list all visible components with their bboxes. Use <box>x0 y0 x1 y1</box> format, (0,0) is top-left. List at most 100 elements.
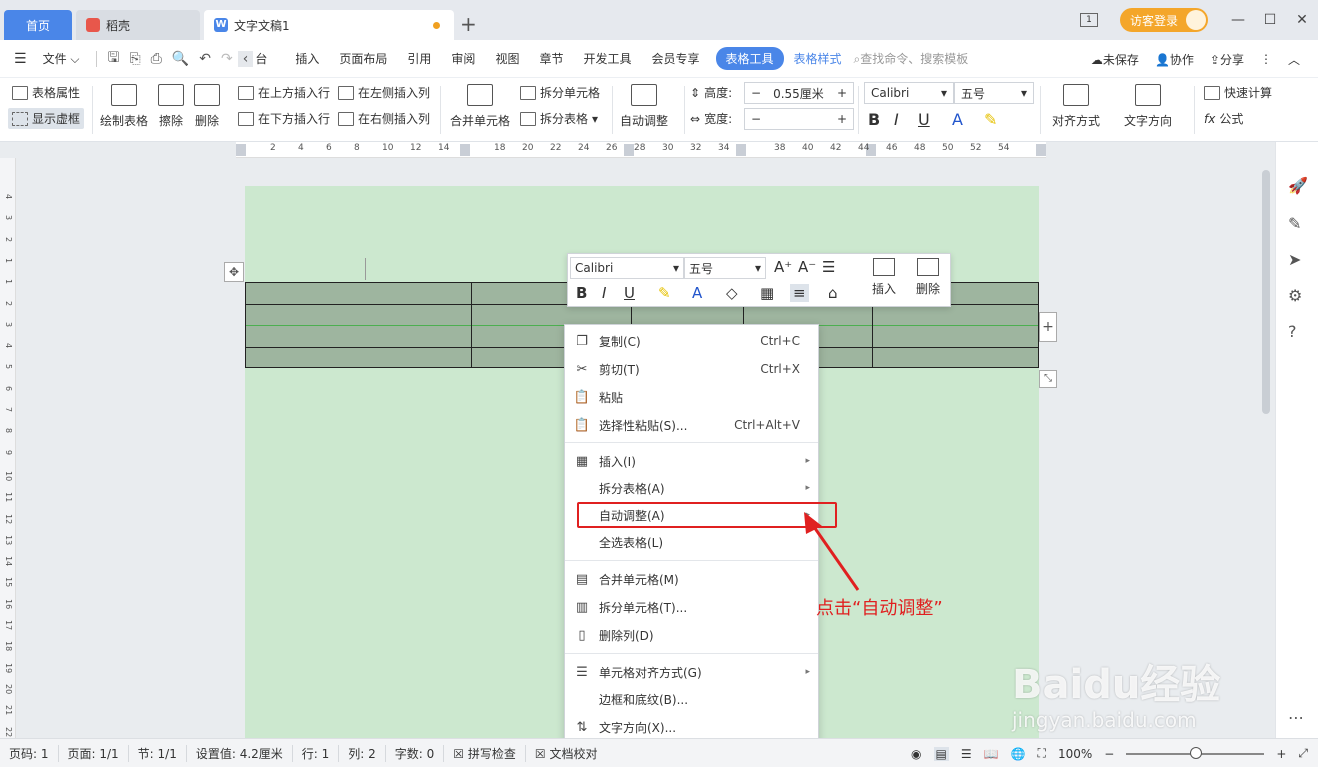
menu-insert[interactable]: 插入 <box>285 50 329 67</box>
status-setting[interactable]: 设置值: 4.2厘米 <box>187 744 293 762</box>
web-view-icon[interactable]: 🌐 <box>1011 747 1026 761</box>
mini-italic-icon[interactable]: I <box>602 284 606 302</box>
collaborate-button[interactable]: 👤协作 <box>1155 51 1194 68</box>
reading-view-icon[interactable]: 📖 <box>984 747 999 761</box>
add-column-icon[interactable]: + <box>1039 312 1057 342</box>
window-count-icon[interactable]: 1 <box>1079 13 1098 27</box>
underline-icon[interactable]: U <box>918 110 930 129</box>
eye-protection-icon[interactable]: ◉ <box>911 747 921 761</box>
table-resize-icon[interactable]: ⤡ <box>1039 370 1057 388</box>
vertical-scrollbar[interactable] <box>1260 160 1272 720</box>
sliders-icon[interactable]: ⚙ <box>1288 286 1302 305</box>
fit-page-icon[interactable]: ⛶ <box>1038 746 1046 761</box>
proofread-button[interactable]: ☒ 文档校对 <box>526 745 607 762</box>
alignment-button[interactable]: 对齐方式 <box>1052 84 1100 129</box>
ruler-column-marker[interactable] <box>736 144 746 156</box>
mini-borders-icon[interactable]: ▦ <box>760 284 774 302</box>
mini-underline-icon[interactable]: U <box>624 284 635 302</box>
menu-file[interactable]: 文件 ⌵ <box>33 50 90 67</box>
mini-size-select[interactable]: 五号 ▾ <box>684 257 766 279</box>
italic-icon[interactable]: I <box>894 110 899 129</box>
table-properties-button[interactable]: 表格属性 <box>12 84 80 101</box>
height-field[interactable]: −0.55厘米 + <box>744 82 854 104</box>
menu-review[interactable]: 审阅 <box>441 50 485 67</box>
share-button[interactable]: ⇪分享 <box>1210 51 1244 68</box>
vertical-ruler[interactable]: 4 3 2 1 1 2 3 4 5 6 7 8 9 10 11 12 13 14 15 16 17 18 19 20 21 22 <box>0 158 16 738</box>
status-pages[interactable]: 页面: 1/1 <box>59 744 129 762</box>
mini-shading-icon[interactable]: ◇ <box>726 284 738 302</box>
export-icon[interactable]: ⎘ <box>124 51 145 67</box>
split-cells-button[interactable]: 拆分单元格 <box>520 84 600 101</box>
context-menu-item[interactable]: 拆分表格(A) ▸ <box>565 474 818 502</box>
tab-table-style[interactable]: 表格样式 <box>790 50 846 67</box>
context-menu-item[interactable]: ▤ 合并单元格(M) <box>565 565 818 593</box>
spell-check-button[interactable]: ☒ 拼写检查 <box>444 744 526 762</box>
redo-icon[interactable]: ↷ <box>216 51 238 67</box>
insert-row-above-button[interactable]: 在上方插入行 <box>238 84 330 101</box>
font-color-icon[interactable]: A <box>952 110 963 129</box>
merge-cells-button[interactable]: 合并单元格 <box>450 84 510 129</box>
tab-home[interactable]: 首页 <box>4 10 72 40</box>
zoom-in-icon[interactable]: + <box>1276 747 1286 761</box>
context-menu-item[interactable]: 📋 选择性粘贴(S)... Ctrl+Alt+V <box>565 411 818 439</box>
bold-icon[interactable]: B <box>868 110 880 129</box>
mini-bold-icon[interactable]: B <box>576 284 587 302</box>
more-dots-icon[interactable]: ⋯ <box>1288 708 1304 727</box>
font-size-select[interactable]: 五号 ▾ <box>954 82 1034 104</box>
print-icon[interactable]: ⎙ <box>146 51 167 67</box>
decrement-icon[interactable]: − <box>745 86 767 100</box>
quick-calc-button[interactable]: 快速计算 <box>1204 84 1272 101</box>
context-menu-item[interactable]: 全选表格(L) <box>565 528 818 556</box>
more-icon[interactable]: ⋮ <box>1260 52 1272 66</box>
collapse-ribbon-icon[interactable]: ︿ <box>1288 51 1300 68</box>
context-menu-item[interactable]: ✂ 剪切(T) Ctrl+X <box>565 355 818 383</box>
status-column[interactable]: 列: 2 <box>339 744 386 762</box>
tab-table-tools[interactable]: 表格工具 <box>715 47 784 70</box>
chevron-left-icon[interactable]: ‹ <box>237 50 254 67</box>
width-field[interactable]: − + <box>744 108 854 130</box>
search-command[interactable]: ⌕查找命令、搜索模板 <box>854 50 969 67</box>
tab-daoke[interactable]: 稻壳 <box>76 10 200 40</box>
increment-icon[interactable]: + <box>831 86 853 100</box>
draw-table-button[interactable]: 绘制表格 <box>100 84 148 129</box>
outline-view-icon[interactable]: ☰ <box>961 747 972 761</box>
ruler-column-marker[interactable] <box>1036 144 1046 156</box>
scrollbar-thumb[interactable] <box>1262 170 1270 414</box>
shrink-font-icon[interactable]: A⁻ <box>798 258 816 276</box>
status-word-count[interactable]: 字数: 0 <box>386 744 445 762</box>
print-preview-icon[interactable]: 🔍 <box>167 51 194 67</box>
mini-font-select[interactable]: Calibri ▾ <box>570 257 684 279</box>
context-menu-item[interactable]: ❐ 复制(C) Ctrl+C <box>565 327 818 355</box>
context-menu-item[interactable]: ▯ 删除列(D) <box>565 621 818 649</box>
rocket-icon[interactable]: 🚀 <box>1288 176 1308 195</box>
page-view-icon[interactable]: ▤ <box>933 746 949 761</box>
mini-format-painter-icon[interactable]: ⌂ <box>828 284 838 302</box>
save-icon[interactable]: 🖫 <box>103 47 125 71</box>
horizontal-ruler[interactable]: 2 4 6 8 10 12 14 18 20 22 24 26 28 30 32 34 38 40 42 44 46 48… <box>236 142 1046 158</box>
insert-row-below-button[interactable]: 在下方插入行 <box>238 110 330 127</box>
split-table-button[interactable]: 拆分表格 ▾ <box>520 110 598 127</box>
pen-icon[interactable]: ✎ <box>1288 214 1301 233</box>
menu-member[interactable]: 会员专享 <box>641 50 709 67</box>
increment-icon[interactable]: + <box>831 112 853 126</box>
tab-document[interactable]: W 文字文稿1 <box>204 10 454 40</box>
zoom-slider[interactable] <box>1126 746 1265 759</box>
unsaved-button[interactable]: ☁未保存 <box>1091 51 1139 68</box>
menu-view[interactable]: 视图 <box>485 50 529 67</box>
status-page-number[interactable]: 页码: 1 <box>0 744 59 762</box>
table-move-handle-icon[interactable]: ✥ <box>224 262 244 282</box>
context-menu-item[interactable]: ▥ 拆分单元格(T)... <box>565 593 818 621</box>
zoom-slider-knob[interactable] <box>1190 746 1203 759</box>
menu-developer[interactable]: 开发工具 <box>573 50 641 67</box>
decrement-icon[interactable]: − <box>745 112 767 126</box>
context-menu-item[interactable]: 边框和底纹(B)... <box>565 685 818 713</box>
mini-font-color-icon[interactable]: A <box>692 284 702 302</box>
menu-references[interactable]: 引用 <box>397 50 441 67</box>
status-section[interactable]: 节: 1/1 <box>129 744 187 762</box>
delete-button[interactable]: 删除 <box>194 84 220 129</box>
hamburger-icon[interactable]: ☰ <box>14 51 27 67</box>
minimize-icon[interactable]: — <box>1222 12 1254 28</box>
status-row[interactable]: 行: 1 <box>293 744 340 762</box>
height-value[interactable]: 0.55厘米 <box>767 85 831 102</box>
mini-highlight-icon[interactable]: ✎ <box>658 284 671 302</box>
